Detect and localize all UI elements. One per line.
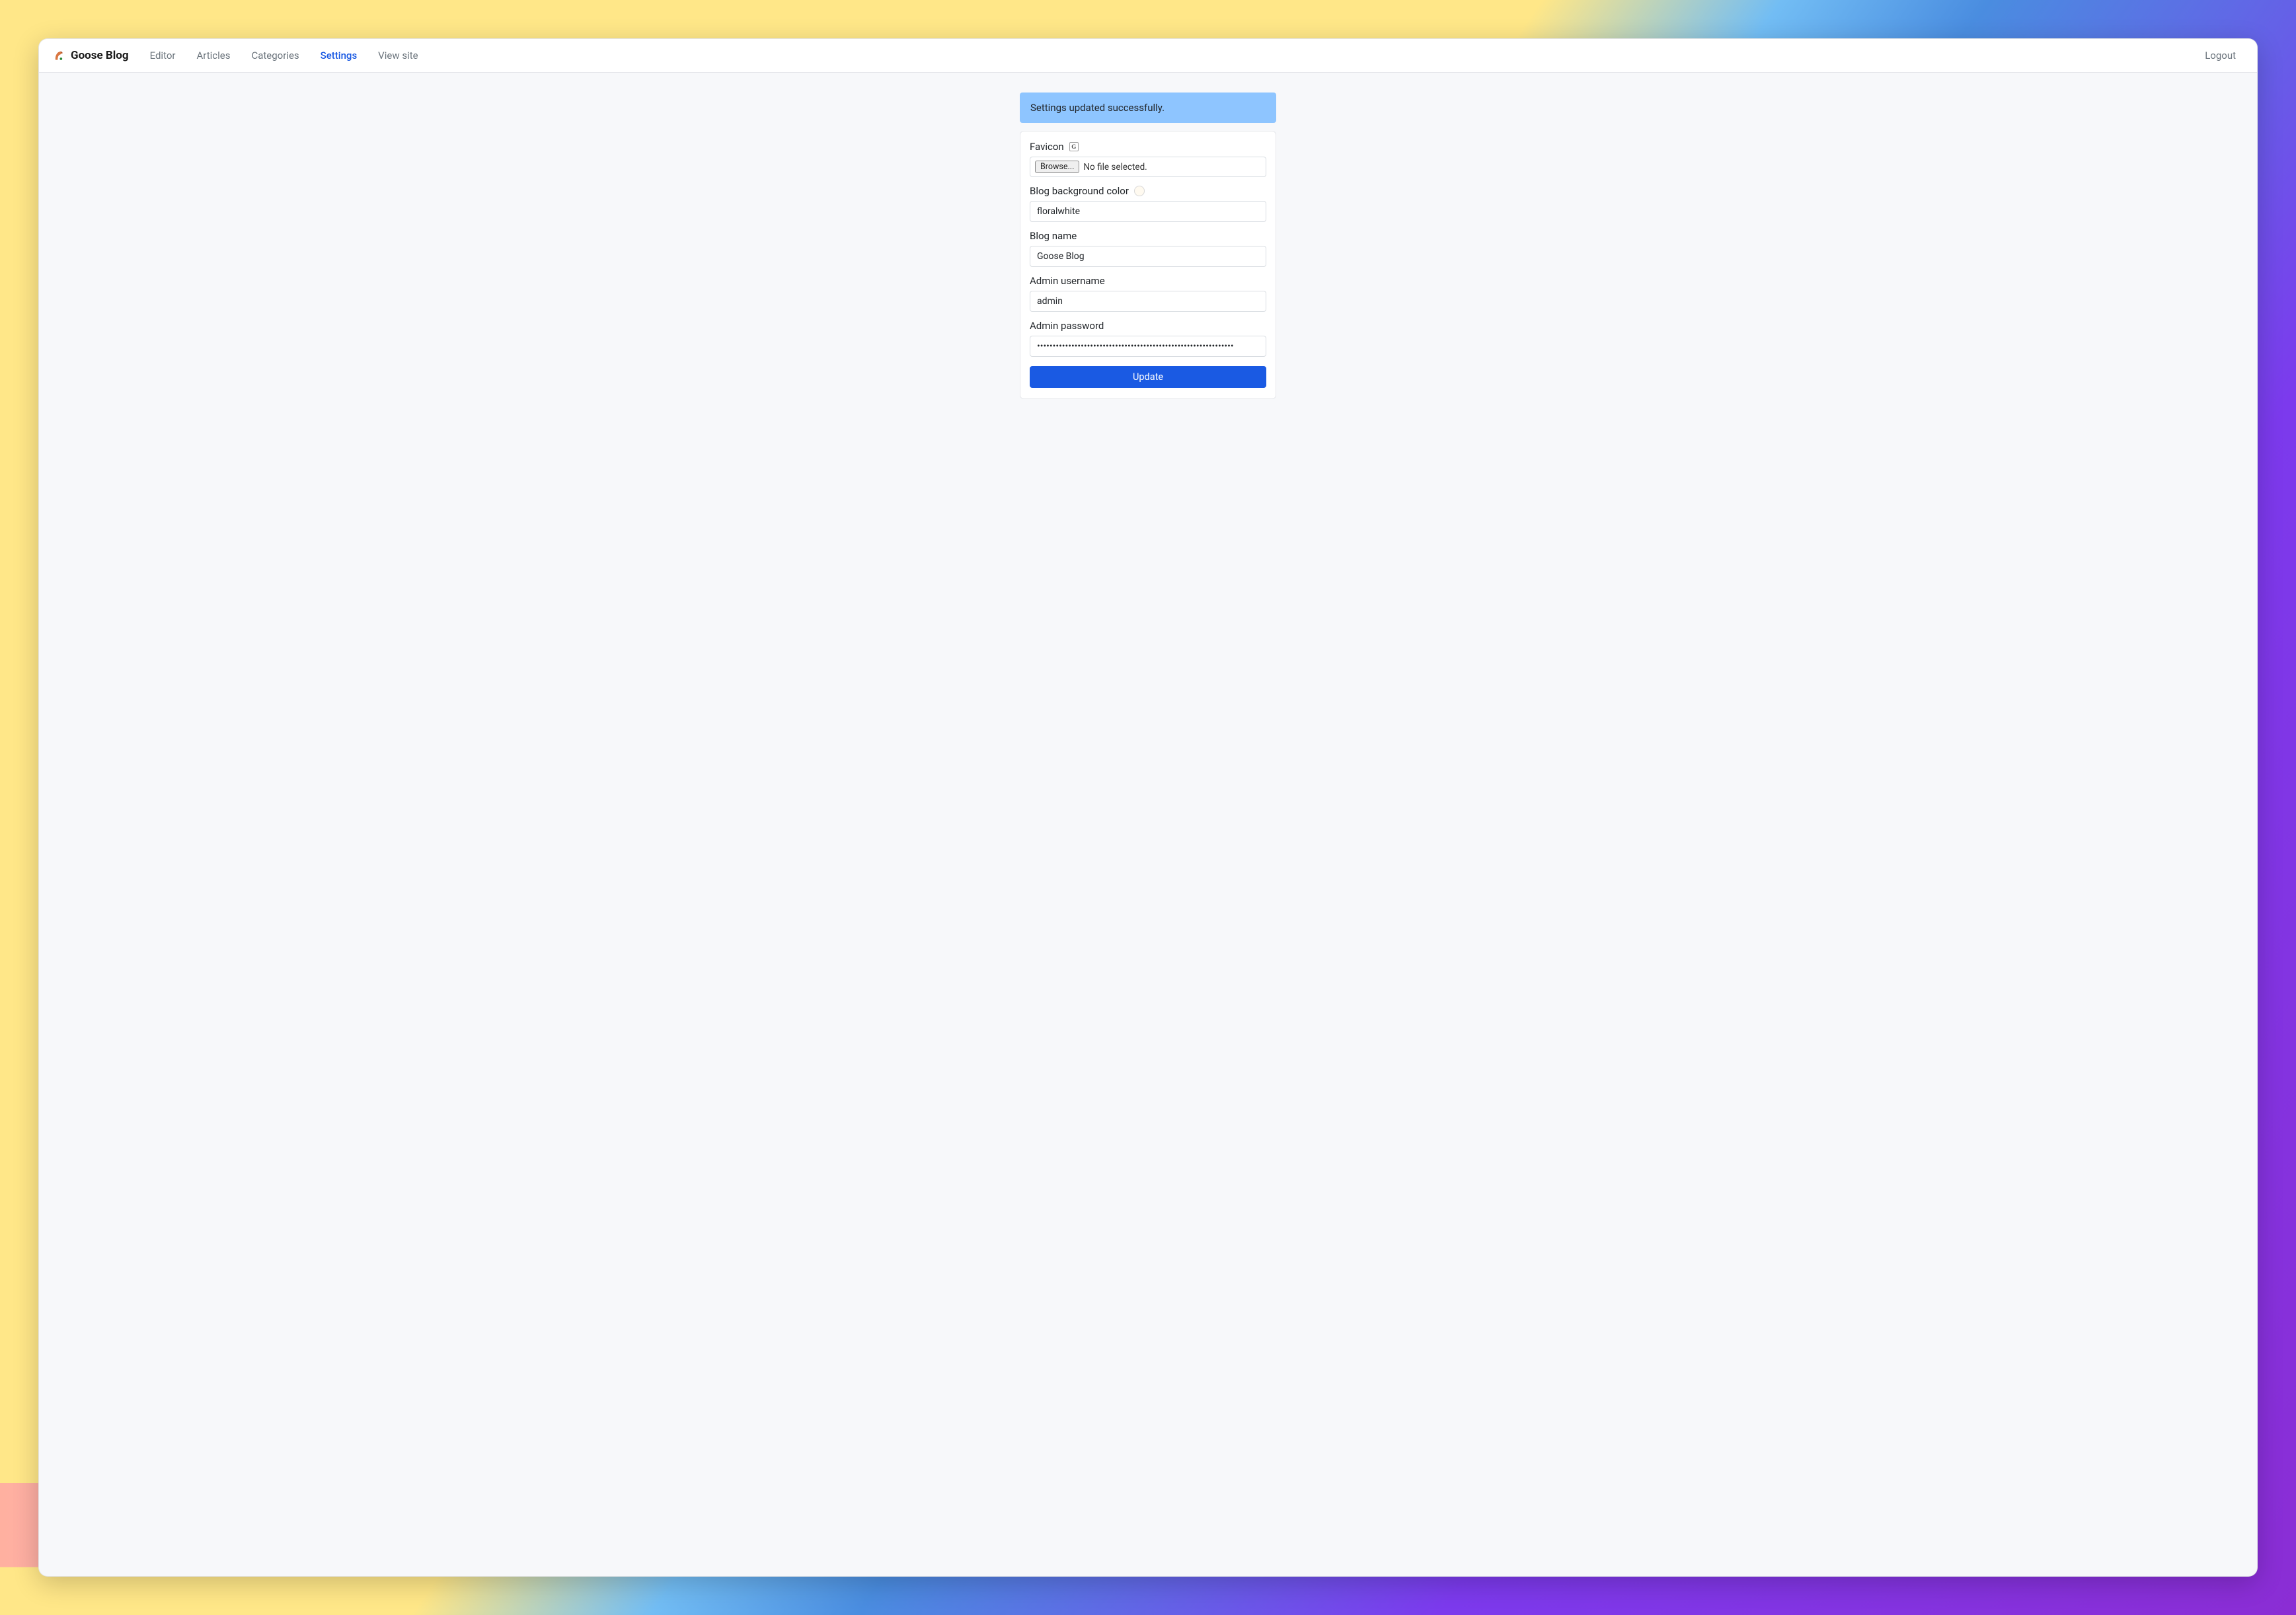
blogname-group: Blog name [1030, 230, 1266, 267]
password-label-text: Admin password [1030, 320, 1104, 332]
nav-settings[interactable]: Settings [313, 46, 365, 65]
password-input[interactable] [1030, 336, 1266, 357]
file-status-text: No file selected. [1083, 162, 1147, 172]
navbar: Goose Blog Editor Articles Categories Se… [39, 39, 2257, 73]
password-group: Admin password [1030, 320, 1266, 357]
username-group: Admin username [1030, 275, 1266, 312]
password-label: Admin password [1030, 320, 1266, 332]
blogname-label-text: Blog name [1030, 230, 1077, 242]
nav-logout[interactable]: Logout [2197, 46, 2244, 65]
nav-categories[interactable]: Categories [243, 46, 307, 65]
content-area: Settings updated successfully. Favicon G… [39, 73, 2257, 1576]
bgcolor-input[interactable] [1030, 201, 1266, 222]
bgcolor-label: Blog background color [1030, 185, 1266, 197]
brand[interactable]: Goose Blog [52, 49, 129, 62]
app-window: Goose Blog Editor Articles Categories Se… [38, 38, 2258, 1577]
nav-view-site[interactable]: View site [370, 46, 426, 65]
username-label-text: Admin username [1030, 275, 1105, 287]
favicon-label: Favicon G [1030, 141, 1266, 153]
favicon-preview-icon: G [1069, 142, 1079, 151]
browse-button[interactable]: Browse... [1035, 161, 1079, 173]
nav-articles[interactable]: Articles [188, 46, 238, 65]
favicon-label-text: Favicon [1030, 141, 1064, 153]
brand-name: Goose Blog [71, 49, 129, 62]
username-input[interactable] [1030, 291, 1266, 312]
center-column: Settings updated successfully. Favicon G… [1020, 93, 1276, 399]
alert-message: Settings updated successfully. [1030, 102, 1165, 114]
bgcolor-group: Blog background color [1030, 185, 1266, 222]
color-swatch-icon [1134, 186, 1145, 196]
success-alert: Settings updated successfully. [1020, 93, 1276, 123]
favicon-group: Favicon G Browse... No file selected. [1030, 141, 1266, 177]
settings-card: Favicon G Browse... No file selected. Bl… [1020, 131, 1276, 399]
nav-editor[interactable]: Editor [142, 46, 184, 65]
blogname-input[interactable] [1030, 246, 1266, 267]
bgcolor-label-text: Blog background color [1030, 185, 1129, 197]
blogname-label: Blog name [1030, 230, 1266, 242]
username-label: Admin username [1030, 275, 1266, 287]
favicon-file-input[interactable]: Browse... No file selected. [1030, 157, 1266, 177]
goose-logo-icon [52, 49, 65, 62]
update-button[interactable]: Update [1030, 366, 1266, 388]
